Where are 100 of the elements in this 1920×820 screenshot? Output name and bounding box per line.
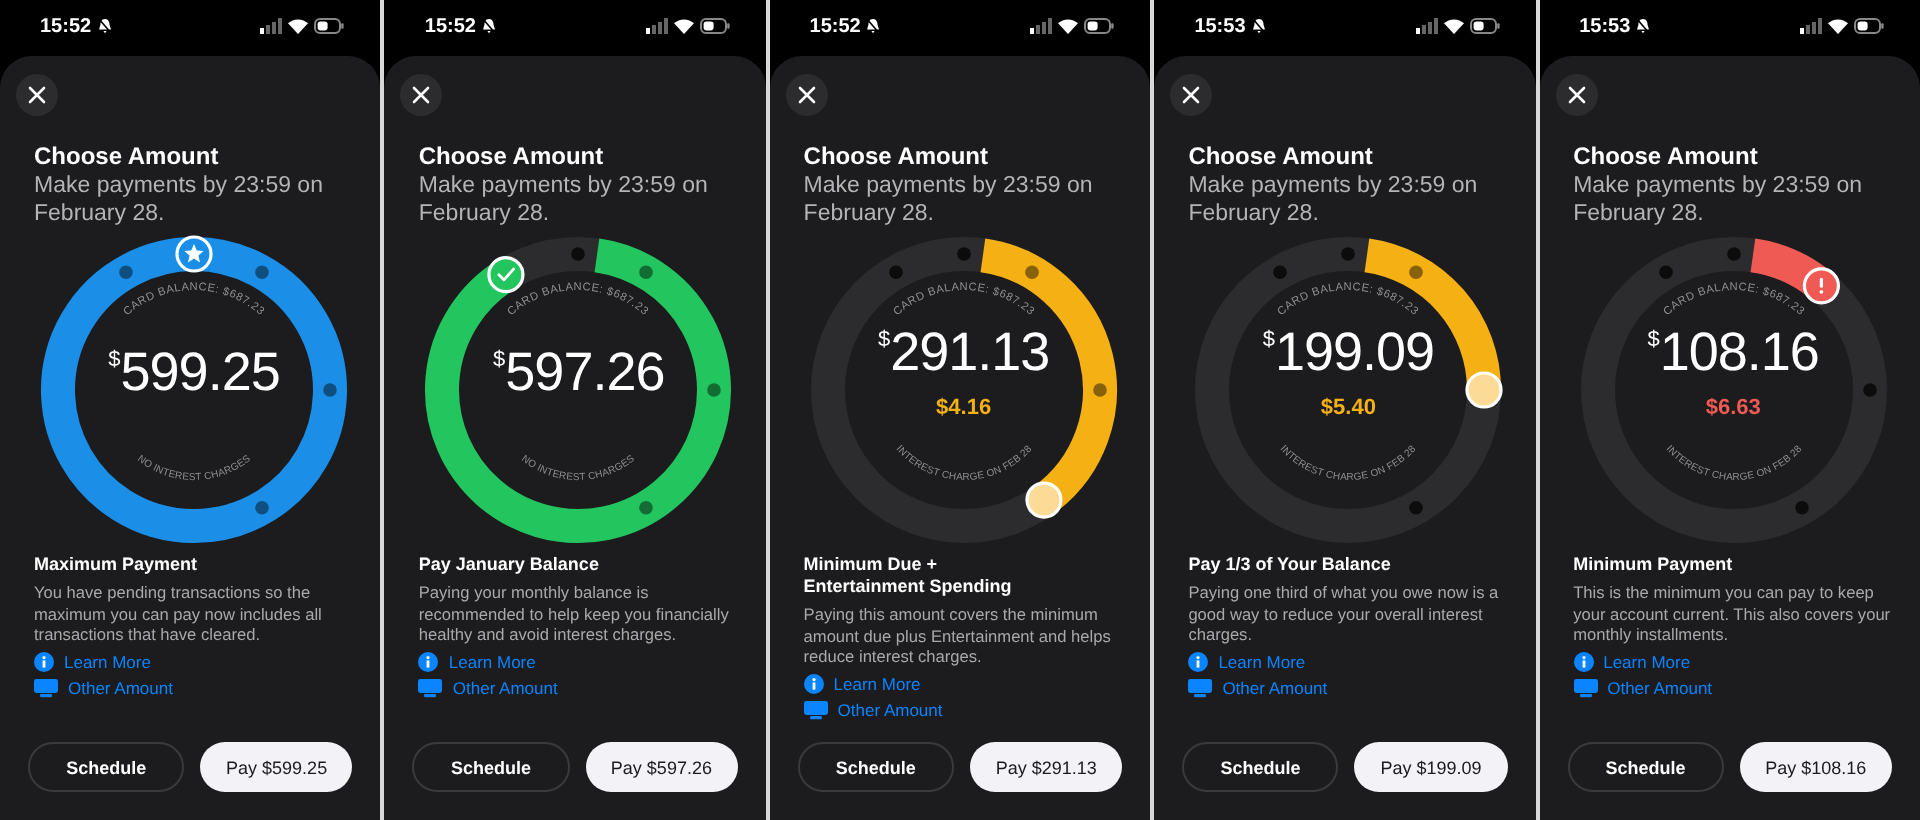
tick-dot — [1273, 265, 1288, 279]
close-button[interactable] — [1555, 74, 1598, 116]
due-date-text: Make payments by 23:59 on February 28. — [34, 172, 325, 228]
due-date-text: Make payments by 23:59 on February 28. — [1188, 172, 1480, 228]
option-description: Paying this amount covers the minimum amount due plus Entertainment and helps reduce interest charges. — [803, 604, 1113, 667]
link[interactable]: Learn More — [803, 673, 921, 693]
due-date-text: Make payments by 23:59 on February 28. — [1573, 172, 1865, 228]
option-heading: Maximum Payment — [34, 554, 200, 576]
tick-dot — [572, 247, 586, 261]
tick-dot — [323, 383, 337, 397]
battery-icon — [1469, 18, 1500, 34]
bell-off-icon — [97, 18, 112, 34]
payment-amount: 108.16 — [1659, 322, 1819, 384]
interest-amount: $6.63 — [1705, 396, 1761, 420]
schedule-button[interactable]: Schedule — [797, 742, 954, 792]
battery-icon — [314, 18, 345, 34]
payment-amount: 599.25 — [120, 342, 280, 404]
slider-knob[interactable] — [1024, 481, 1063, 519]
slider-knob[interactable] — [1802, 267, 1840, 305]
close-button[interactable] — [16, 74, 58, 116]
close-icon — [797, 86, 816, 104]
bell-off-icon — [1251, 18, 1266, 34]
tick-dot — [956, 247, 971, 261]
schedule-button[interactable]: Schedule — [1182, 742, 1339, 792]
option-description: This is the minimum you can pay to keep your account current. This also covers your monthly installments. — [1573, 582, 1892, 645]
schedule-button[interactable]: Schedule — [1567, 742, 1724, 792]
currency-symbol: $ — [493, 348, 506, 372]
schedule-button[interactable]: Schedule — [412, 742, 570, 792]
card-icon — [1188, 677, 1213, 697]
payment-amount: 199.09 — [1274, 322, 1435, 384]
tick-dot — [1024, 265, 1039, 279]
signal-icon — [645, 18, 668, 34]
sheet-title: Choose Amount — [1188, 142, 1375, 170]
info-icon — [803, 673, 824, 693]
close-icon — [28, 86, 46, 104]
battery-icon — [1084, 18, 1115, 34]
wifi-icon — [288, 18, 309, 34]
link[interactable]: Learn More — [34, 651, 151, 671]
tick-dot — [708, 383, 722, 397]
link[interactable]: Other Amount — [34, 677, 173, 697]
slider-knob[interactable] — [1465, 371, 1503, 409]
currency-symbol: $ — [1647, 328, 1660, 352]
close-button[interactable] — [400, 74, 443, 116]
option-description: Paying your monthly balance is recommended to help keep you financially healthy and avoid interest charges. — [418, 582, 731, 645]
card-icon — [418, 677, 443, 697]
status-time: 15:53 — [1194, 15, 1246, 37]
tick-dot — [119, 265, 133, 279]
wifi-icon — [1443, 18, 1464, 34]
option-heading: Pay January Balance — [418, 554, 601, 576]
link[interactable]: Learn More — [1188, 651, 1306, 671]
currency-symbol: $ — [1262, 328, 1275, 352]
link[interactable]: Other Amount — [1188, 677, 1328, 697]
wifi-icon — [1058, 18, 1079, 34]
option-description: Paying one third of what you owe now is a good way to reduce your overall interest charges. — [1188, 582, 1501, 645]
link[interactable]: Learn More — [418, 651, 536, 671]
link[interactable]: Other Amount — [418, 677, 558, 697]
close-icon — [412, 86, 431, 104]
tick-dot — [1794, 501, 1808, 515]
link[interactable]: Learn More — [1573, 651, 1691, 671]
pay-button[interactable]: Pay $199.09 — [1354, 742, 1508, 792]
card-icon — [34, 677, 58, 697]
info-icon — [418, 651, 439, 671]
sheet-title: Choose Amount — [418, 142, 606, 170]
due-date-text: Make payments by 23:59 on February 28. — [803, 172, 1095, 228]
status-time: 15:52 — [424, 15, 476, 37]
battery-icon — [699, 18, 730, 34]
tick-dot — [1341, 247, 1356, 261]
interest-amount: $5.40 — [1320, 396, 1376, 420]
tick-dot — [640, 265, 654, 279]
payment-amount: 291.13 — [890, 322, 1050, 384]
bell-off-icon — [481, 18, 496, 34]
close-button[interactable] — [785, 74, 828, 116]
star-icon — [184, 244, 204, 263]
tick-dot — [1409, 265, 1424, 279]
signal-icon — [1415, 18, 1438, 34]
pay-button[interactable]: Pay $291.13 — [970, 742, 1123, 792]
card-icon — [803, 699, 828, 719]
status-time: 15:52 — [40, 15, 92, 37]
battery-icon — [1853, 18, 1884, 34]
due-date-text: Make payments by 23:59 on February 28. — [418, 172, 710, 228]
signal-icon — [1799, 18, 1822, 34]
info-icon — [34, 651, 54, 671]
exclamation-icon — [1818, 277, 1823, 294]
signal-icon — [260, 18, 283, 34]
link[interactable]: Other Amount — [1573, 677, 1713, 697]
close-button[interactable] — [1170, 74, 1213, 116]
pay-button[interactable]: Pay $597.26 — [585, 742, 738, 792]
sheet-title: Choose Amount — [34, 142, 221, 170]
payment-amount: 597.26 — [505, 342, 665, 404]
card-icon — [1573, 677, 1598, 697]
pay-button[interactable]: Pay $108.16 — [1739, 742, 1892, 792]
pay-button[interactable]: Pay $599.25 — [200, 742, 353, 792]
option-heading: Pay 1/3 of Your Balance — [1188, 554, 1393, 576]
bell-off-icon — [1636, 18, 1651, 34]
wifi-icon — [1827, 18, 1848, 34]
schedule-button[interactable]: Schedule — [28, 742, 185, 792]
option-description: You have pending transactions so the maximum you can pay now includes all transactions that have cleared. — [34, 582, 324, 645]
link[interactable]: Other Amount — [803, 699, 943, 719]
check-icon — [498, 267, 516, 282]
tick-dot — [1409, 501, 1424, 515]
